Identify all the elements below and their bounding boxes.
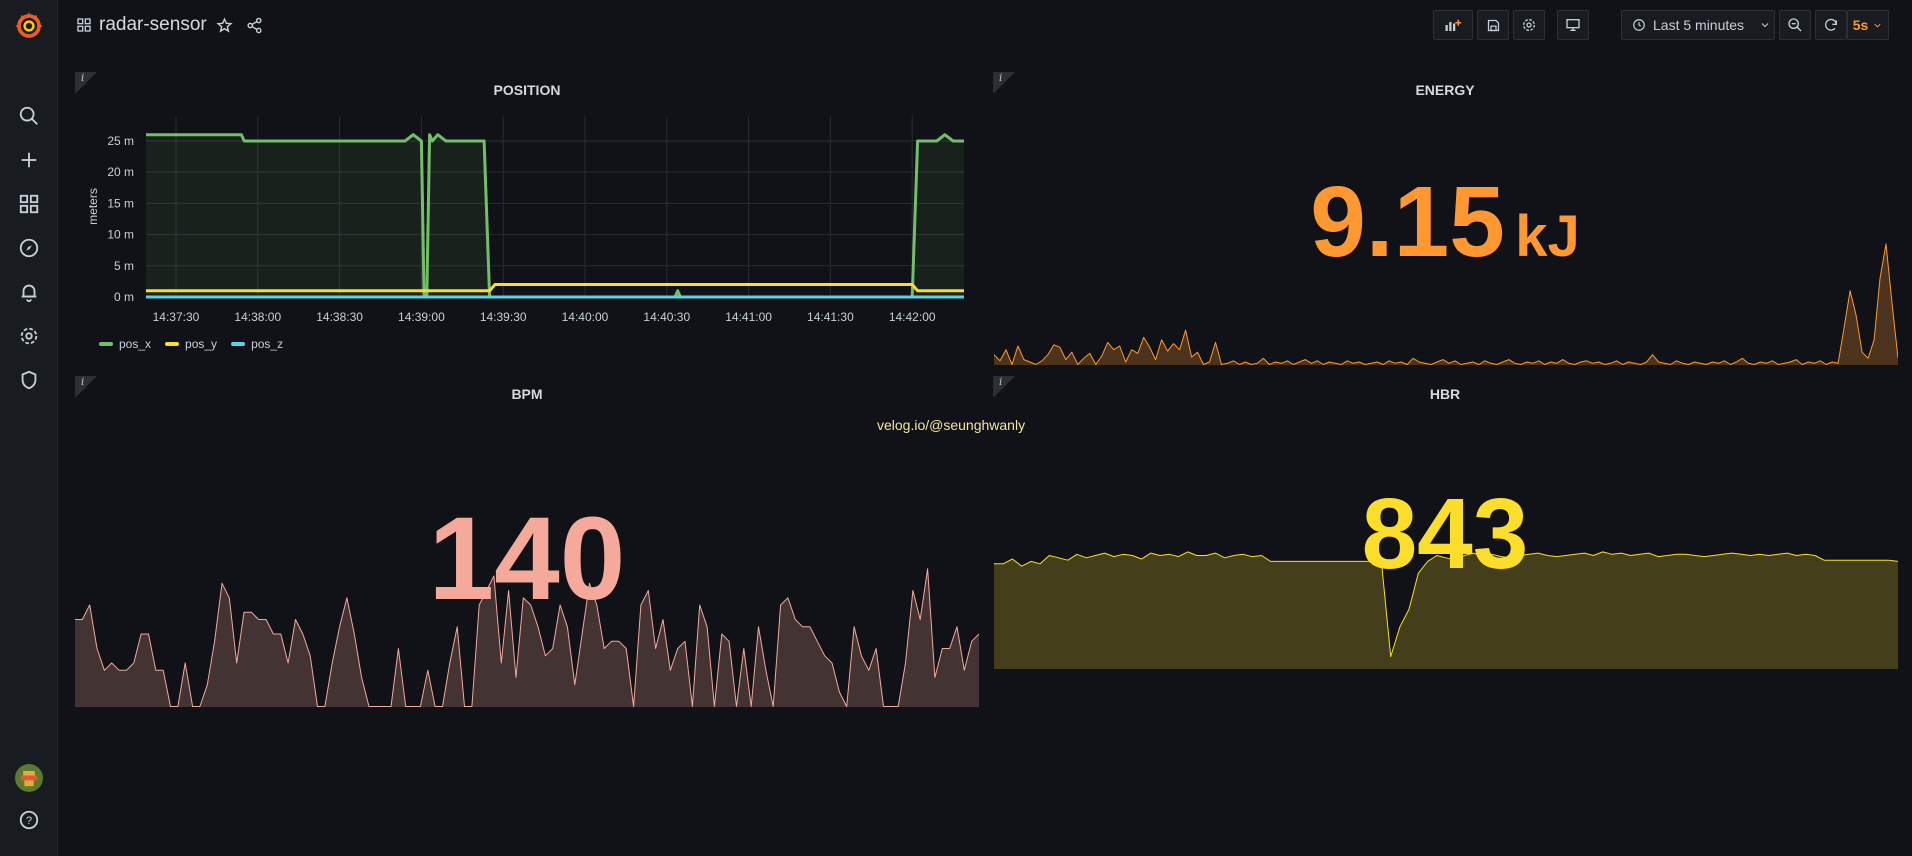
- x-tick-label: 14:40:00: [562, 310, 609, 324]
- top-navbar: radar-sensor Last 5 minutes 5s: [57, 0, 1912, 52]
- grafana-logo-icon[interactable]: [0, 8, 57, 44]
- dashboards-icon[interactable]: [0, 186, 57, 222]
- series-area-pos_x: [146, 134, 964, 297]
- energy-unit: kJ: [1515, 204, 1580, 269]
- x-tick-label: 14:37:30: [153, 310, 200, 324]
- time-range-label: Last 5 minutes: [1653, 17, 1745, 33]
- chevron-down-icon: [1761, 23, 1769, 28]
- y-tick-label: 25 m: [107, 134, 134, 148]
- alerting-bell-icon[interactable]: [0, 274, 57, 310]
- watermark-text: velog.io/@seunghwanly: [877, 417, 1026, 433]
- search-icon[interactable]: [0, 98, 57, 134]
- refresh-interval-picker[interactable]: 5s: [1847, 10, 1889, 40]
- y-tick-label: 20 m: [107, 165, 134, 179]
- legend-item-pos_x[interactable]: pos_x: [99, 337, 151, 351]
- plus-icon[interactable]: [0, 142, 57, 178]
- panel-title[interactable]: BPM: [75, 386, 979, 402]
- position-legend: pos_x pos_y pos_z: [99, 337, 283, 351]
- save-dashboard-button[interactable]: [1477, 10, 1509, 40]
- x-tick-label: 14:38:30: [316, 310, 363, 324]
- y-tick-label: 5 m: [114, 259, 134, 273]
- refresh-button[interactable]: [1815, 10, 1847, 40]
- position-time-series-chart[interactable]: 0 m 5 m 10 m 15 m 20 m 25 m 14:37:30 14:38:00 14…: [75, 100, 979, 326]
- server-admin-shield-icon[interactable]: [0, 362, 57, 398]
- configuration-gear-icon[interactable]: [0, 318, 57, 354]
- legend-label: pos_z: [251, 337, 284, 351]
- explore-compass-icon[interactable]: [0, 230, 57, 266]
- clock-icon: [1633, 19, 1645, 31]
- star-icon[interactable]: [213, 14, 235, 36]
- dashboard-grid-icon: [73, 14, 95, 36]
- help-icon[interactable]: ?: [0, 802, 57, 838]
- legend-swatch: [165, 342, 180, 346]
- energy-value: 9.15: [1310, 166, 1505, 278]
- y-axis-label: meters: [86, 188, 100, 225]
- x-tick-label: 14:41:00: [725, 310, 772, 324]
- share-icon[interactable]: [243, 14, 265, 36]
- add-panel-button[interactable]: [1433, 10, 1473, 40]
- bpm-value: 140: [428, 493, 626, 625]
- x-tick-label: 14:38:00: [234, 310, 281, 324]
- refresh-interval-label: 5s: [1852, 17, 1869, 33]
- y-tick-label: 10 m: [107, 228, 134, 242]
- side-menu: ?: [0, 0, 58, 856]
- x-tick-label: 14:40:30: [643, 310, 690, 324]
- panel-title[interactable]: ENERGY: [993, 82, 1897, 98]
- y-tick-label: 15 m: [107, 196, 134, 210]
- legend-item-pos_z[interactable]: pos_z: [231, 337, 283, 351]
- y-tick-label: 0 m: [114, 290, 134, 304]
- legend-swatch: [99, 342, 113, 346]
- svg-text:?: ?: [25, 815, 31, 827]
- time-range-picker[interactable]: Last 5 minutes: [1621, 10, 1775, 40]
- dashboard-settings-button[interactable]: [1513, 10, 1545, 40]
- x-tick-label: 14:39:00: [398, 310, 445, 324]
- x-tick-label: 14:41:30: [807, 310, 854, 324]
- legend-label: pos_x: [119, 337, 152, 351]
- cycle-view-mode-button[interactable]: [1557, 10, 1589, 40]
- x-tick-label: 14:42:00: [889, 310, 936, 324]
- legend-item-pos_y[interactable]: pos_y: [165, 337, 217, 351]
- zoom-out-button[interactable]: [1779, 10, 1811, 40]
- hbr-value: 843: [1361, 478, 1529, 590]
- dashboard-title[interactable]: radar-sensor: [99, 14, 207, 36]
- x-tick-label: 14:39:30: [480, 310, 527, 324]
- panel-title[interactable]: HBR: [993, 386, 1897, 402]
- avatar[interactable]: [0, 760, 57, 796]
- energy-stat: 9.15 kJ: [993, 172, 1897, 272]
- chevron-down-icon: [1874, 23, 1881, 28]
- legend-label: pos_y: [185, 337, 218, 351]
- legend-swatch: [231, 342, 246, 346]
- panel-title[interactable]: POSITION: [75, 82, 979, 98]
